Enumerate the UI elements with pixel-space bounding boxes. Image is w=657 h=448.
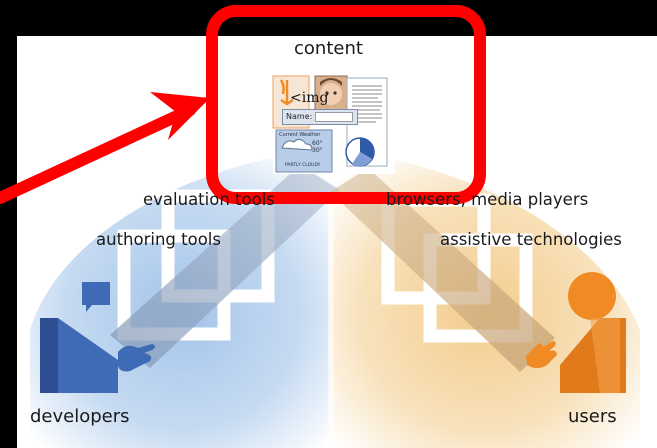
img-tag-text: <img (290, 90, 329, 106)
evaluation-tools-label: evaluation tools (143, 190, 275, 209)
name-field-box (315, 112, 353, 122)
name-field-label: Name: (286, 112, 313, 121)
assistive-technologies-label: assistive technologies (440, 230, 622, 249)
developers-label: developers (30, 406, 130, 427)
weather-caption: PARTLY CLOUDY (285, 163, 321, 168)
diagram-stage: <img Name: Current Weather 60° 30° PARTL… (0, 0, 657, 448)
weather-title: Current Weather (279, 132, 321, 138)
weather-low: 30° (312, 146, 323, 154)
center-gap (328, 180, 334, 448)
weather-temps: 60° 30° (312, 140, 323, 154)
diagram-artwork (0, 5, 657, 448)
name-field-sample: Name: (282, 109, 358, 125)
users-label: users (568, 406, 617, 427)
authoring-tools-label: authoring tools (96, 230, 221, 249)
content-label: content (294, 38, 363, 59)
browsers-media-players-label: browsers, media players (386, 190, 589, 209)
